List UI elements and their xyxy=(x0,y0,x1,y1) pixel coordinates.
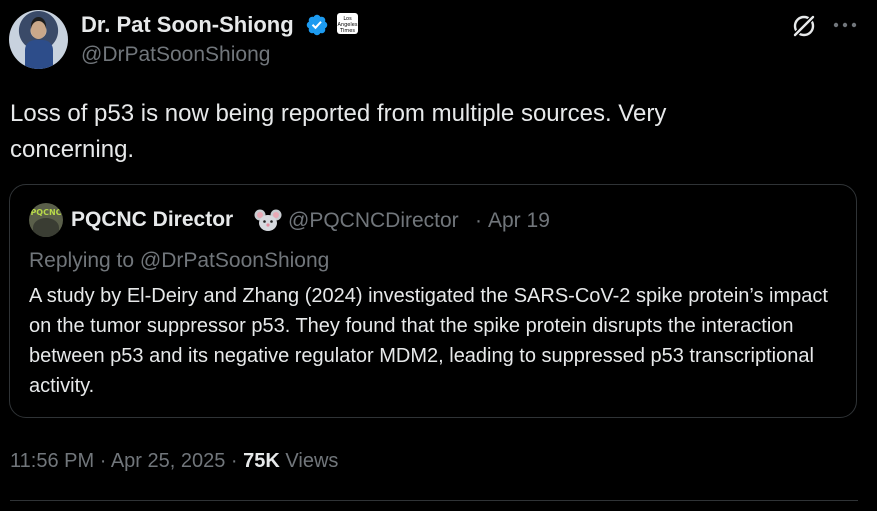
tweet: Dr. Pat Soon-Shiong Los Angeles Times @D… xyxy=(0,0,877,511)
grok-icon[interactable] xyxy=(791,13,817,39)
views-label: Views xyxy=(285,450,339,472)
separator-dot: · xyxy=(475,209,482,232)
quoted-tweet-date[interactable]: Apr 19 xyxy=(488,209,550,233)
quoted-author-name[interactable]: PQCNC Director xyxy=(71,208,233,232)
quoted-author-avatar[interactable]: PQCNC xyxy=(29,203,63,237)
replying-to-label: Replying to @DrPatSoonShiong xyxy=(29,249,330,272)
separator-dot: · xyxy=(230,450,238,472)
separator-dot: · xyxy=(99,450,107,472)
tweet-text: Loss of p53 is now being reported from m… xyxy=(10,100,667,163)
quoted-author-handle[interactable]: @PQCNCDirector xyxy=(288,209,459,233)
avatar-silhouette xyxy=(33,218,59,237)
tweet-time[interactable]: 11:56 PM xyxy=(10,450,94,472)
mouse-face-icon xyxy=(254,209,282,231)
tweet-meta: 11:56 PM · Apr 25, 2025 · 75K Views xyxy=(10,450,338,473)
author-name[interactable]: Dr. Pat Soon-Shiong xyxy=(81,12,294,38)
avatar-head xyxy=(31,21,46,39)
more-options-icon[interactable] xyxy=(832,18,858,32)
avatar-body xyxy=(25,40,53,69)
author-handle[interactable]: @DrPatSoonShiong xyxy=(81,43,270,67)
verified-badge-icon xyxy=(306,14,328,36)
views-count: 75K xyxy=(243,450,280,472)
quoted-tweet-text: A study by El-Deiry and Zhang (2024) inv… xyxy=(29,285,828,397)
affiliate-badge-icon[interactable]: Los Angeles Times xyxy=(337,13,358,34)
quoted-tweet-card[interactable]: PQCNC PQCNC Director @PQCNCDirector · Ap… xyxy=(9,184,857,418)
divider xyxy=(10,500,858,501)
affiliate-badge-text: Los Angeles Times xyxy=(337,16,358,34)
avatar-logo-text: PQCNC xyxy=(30,208,62,217)
author-avatar[interactable] xyxy=(9,10,68,69)
tweet-date[interactable]: Apr 25, 2025 xyxy=(111,450,226,472)
